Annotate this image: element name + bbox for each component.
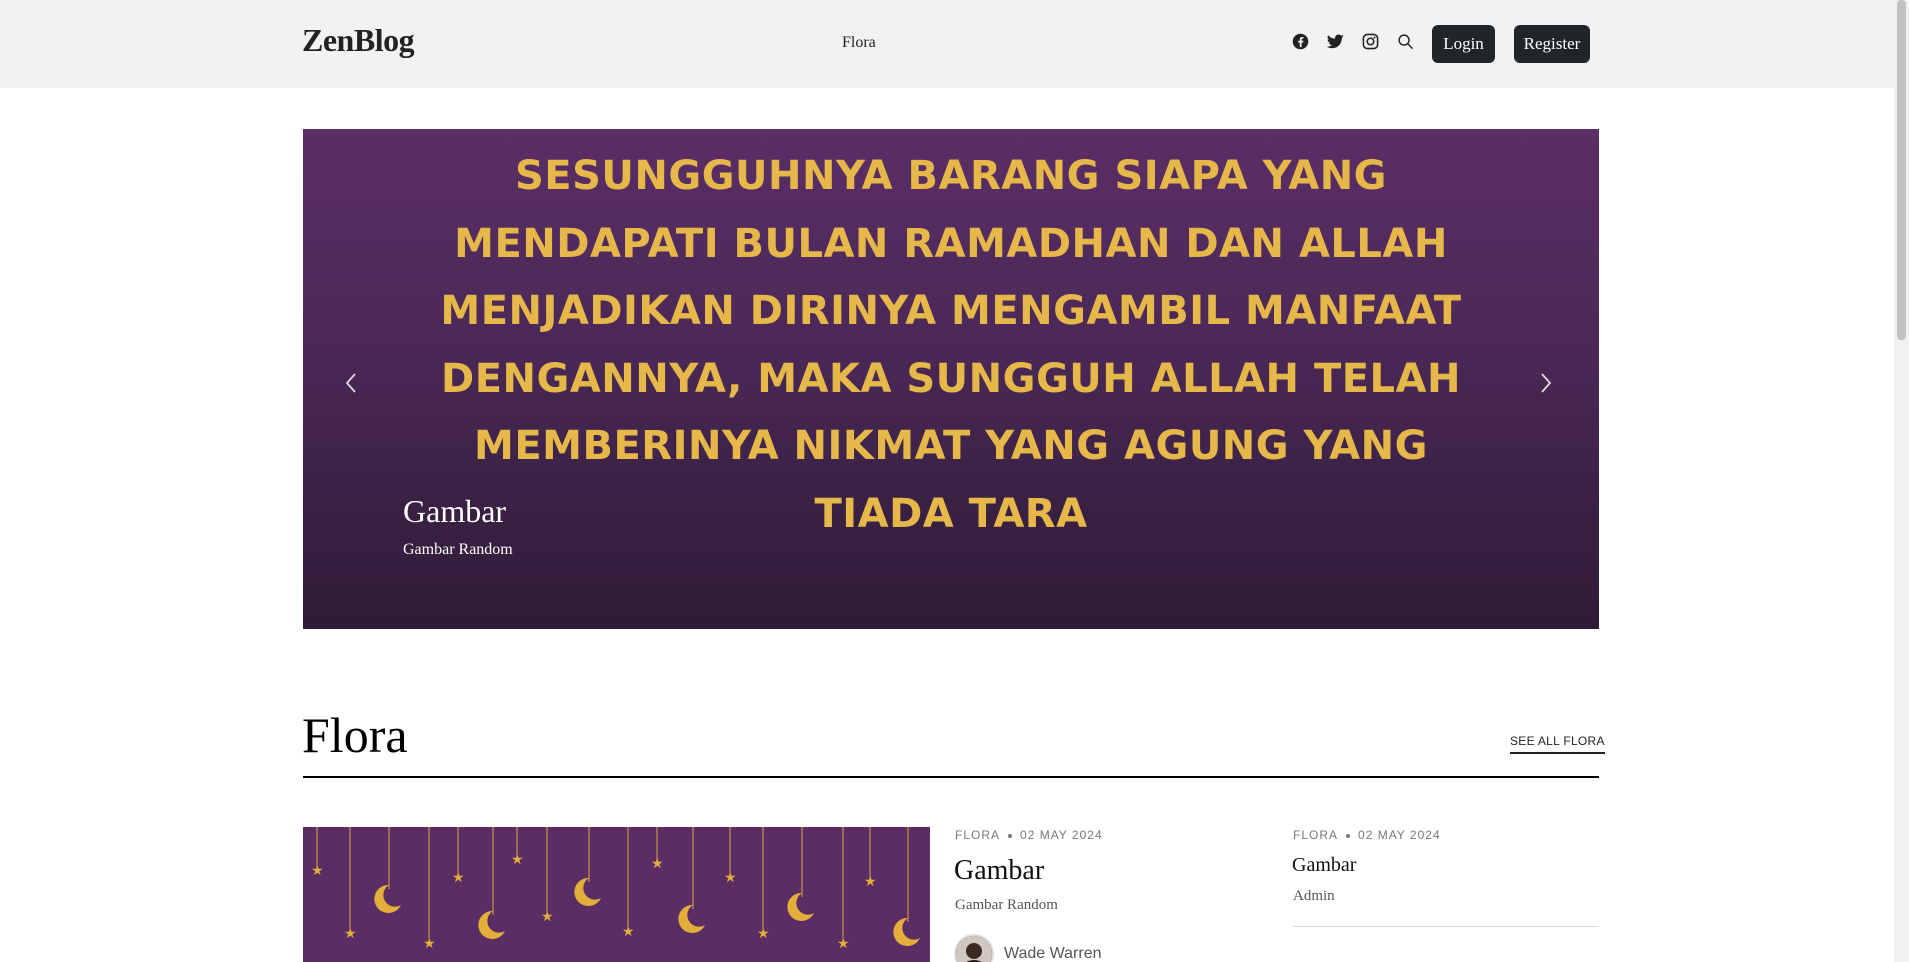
carousel-prev-icon[interactable] — [331, 363, 371, 403]
side-post-divider — [1292, 926, 1599, 927]
post-category[interactable]: Flora — [955, 828, 1000, 842]
facebook-icon[interactable] — [1289, 30, 1311, 52]
see-all-link[interactable]: SEE ALL FLORA — [1510, 734, 1605, 754]
post-title[interactable]: Gambar — [954, 855, 1044, 887]
svg-text:★: ★ — [837, 936, 850, 952]
svg-text:★: ★ — [724, 870, 737, 886]
side-post-subtitle: Admin — [1293, 888, 1335, 904]
side-post-title[interactable]: Gambar — [1292, 854, 1356, 877]
svg-text:★: ★ — [541, 909, 554, 925]
side-post-date: 02 May 2024 — [1358, 828, 1441, 842]
carousel-next-icon[interactable] — [1526, 363, 1566, 403]
nav-link-flora[interactable]: Flora — [842, 34, 876, 52]
svg-text:★: ★ — [452, 870, 465, 886]
svg-text:★: ★ — [344, 926, 357, 942]
hero-subtitle: Gambar Random — [403, 541, 513, 558]
svg-text:★: ★ — [864, 874, 877, 890]
section-title: Flora — [302, 707, 408, 763]
section-divider — [303, 776, 1599, 778]
author-name: Wade Warren — [1004, 945, 1102, 962]
svg-text:★: ★ — [511, 852, 524, 868]
meta-separator — [1346, 833, 1351, 838]
register-button[interactable]: Register — [1514, 25, 1590, 63]
instagram-icon[interactable] — [1359, 30, 1381, 52]
post-thumbnail[interactable]: ★ ★ ★ ★ ★ ★ ★ ★ ★ ★ ★ ★ — [303, 827, 930, 962]
login-button[interactable]: Login — [1432, 25, 1495, 63]
site-logo[interactable]: ZenBlog — [302, 22, 415, 59]
hero-title[interactable]: Gambar — [403, 493, 506, 530]
svg-text:★: ★ — [622, 924, 635, 940]
hero-quote: Sesungguhnya barang siapa yang mendapati… — [440, 153, 1462, 537]
svg-text:★: ★ — [423, 936, 436, 952]
search-icon[interactable] — [1394, 30, 1416, 52]
svg-text:★: ★ — [311, 863, 324, 879]
side-post-meta: Flora 02 May 2024 — [1293, 828, 1441, 842]
svg-text:★: ★ — [651, 856, 664, 872]
post-subtitle: Gambar Random — [955, 897, 1058, 913]
twitter-icon[interactable] — [1324, 30, 1346, 52]
page-scrollbar[interactable] — [1894, 0, 1909, 962]
meta-separator — [1008, 833, 1013, 838]
site-header: ZenBlog Flora Login Register — [0, 0, 1909, 88]
post-author: Wade Warren — [954, 934, 1102, 962]
post-meta: Flora 02 May 2024 — [955, 828, 1103, 842]
svg-text:★: ★ — [757, 926, 770, 942]
hero-carousel: Sesungguhnya barang siapa yang mendapati… — [303, 129, 1599, 629]
avatar — [954, 934, 994, 962]
scrollbar-thumb[interactable] — [1897, 0, 1906, 340]
post-date: 02 May 2024 — [1020, 828, 1103, 842]
side-post-category[interactable]: Flora — [1293, 828, 1338, 842]
ramadan-decoration-image: ★ ★ ★ ★ ★ ★ ★ ★ ★ ★ ★ ★ — [311, 827, 920, 952]
